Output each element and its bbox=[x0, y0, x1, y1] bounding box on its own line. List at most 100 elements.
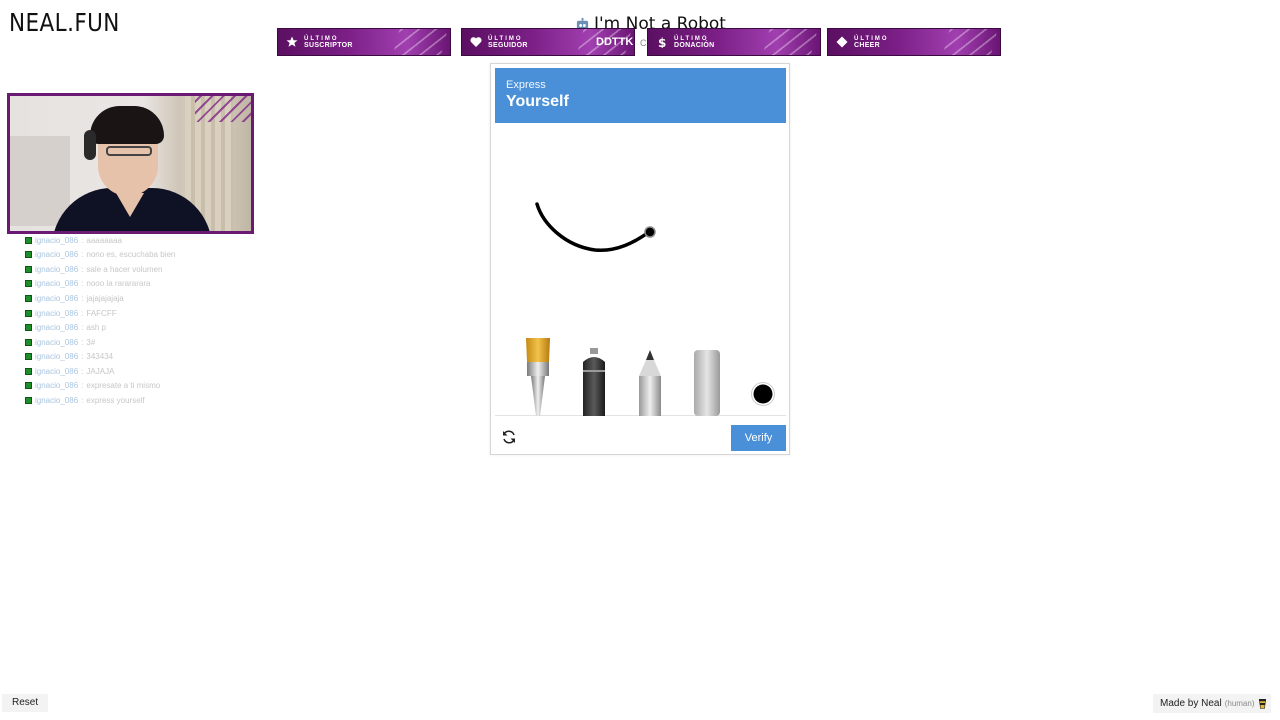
chat-message: ignacio_086:343434 bbox=[25, 349, 245, 364]
chat-message: ignacio_086: nooo la rarararara bbox=[25, 277, 245, 292]
alert-label: DONACIÓN bbox=[674, 41, 715, 49]
chat-username: ignacio_086 bbox=[35, 250, 79, 260]
heart-icon bbox=[470, 37, 482, 47]
pencil-tool[interactable] bbox=[637, 350, 663, 416]
captcha-footer: Verify bbox=[491, 417, 789, 455]
chat-message: ignacio_086: aaaaaaaa bbox=[25, 233, 245, 248]
captcha-instruction-small: Express bbox=[506, 79, 546, 91]
chat-message-text: sale a hacer volumen bbox=[86, 264, 163, 274]
chat-message-text: FAFCFF bbox=[86, 308, 117, 318]
chat-username: ignacio_086 bbox=[35, 381, 79, 391]
chat-message-text: 3# bbox=[86, 337, 96, 347]
alert-last-follower: ÚLTIMO SEGUIDOR DDTTK bbox=[461, 28, 635, 56]
chat-message-text: 343434 bbox=[86, 352, 114, 362]
chat-separator: : bbox=[81, 264, 84, 274]
chat-message-text: nooo la rarararara bbox=[86, 279, 151, 289]
selected-color-swatch bbox=[753, 384, 773, 404]
diamond-icon bbox=[836, 36, 848, 48]
headset-icon bbox=[84, 130, 96, 160]
chat-username: ignacio_086 bbox=[35, 293, 79, 303]
page-subtitle: C bbox=[640, 38, 647, 48]
moderator-badge-icon bbox=[25, 338, 32, 346]
drawing-canvas[interactable] bbox=[495, 124, 786, 416]
chat-username: ignacio_086 bbox=[35, 235, 79, 245]
glasses-icon bbox=[106, 146, 152, 156]
spray-can-tool[interactable] bbox=[579, 348, 609, 416]
chat-message-text: nono es, escuchaba bien bbox=[86, 250, 176, 260]
chat-username: ignacio_086 bbox=[35, 264, 79, 274]
alert-label: SUSCRIPTOR bbox=[304, 41, 353, 49]
moderator-badge-icon bbox=[25, 280, 32, 288]
alert-label: CHEER bbox=[854, 41, 881, 49]
webcam-frame-decoration bbox=[195, 96, 251, 122]
alert-label: SEGUIDOR bbox=[488, 41, 528, 49]
alert-last-subscriber: ÚLTIMO SUSCRIPTOR bbox=[277, 28, 451, 56]
coffee-cup-icon bbox=[1258, 699, 1266, 709]
captcha-widget: Express Yourself Verify bbox=[490, 63, 790, 455]
chat-message: ignacio_086: JAJAJA bbox=[25, 364, 245, 379]
alert-value: DDTTK bbox=[596, 36, 634, 48]
paintbrush-tool[interactable] bbox=[523, 336, 553, 416]
chat-message-text: JAJAJA bbox=[86, 366, 115, 376]
reload-icon[interactable] bbox=[501, 429, 517, 445]
moderator-badge-icon bbox=[25, 309, 32, 317]
chat-message-text: aaaaaaaa bbox=[86, 235, 122, 245]
chat-username: ignacio_086 bbox=[35, 395, 79, 405]
moderator-badge-icon bbox=[25, 396, 32, 404]
human-label: (human) bbox=[1224, 699, 1255, 708]
chat-separator: : bbox=[81, 352, 84, 362]
chat-message-text: jajajajajaja bbox=[86, 293, 124, 303]
reset-button[interactable]: Reset bbox=[2, 694, 49, 712]
chat-username: ignacio_086 bbox=[35, 337, 79, 347]
chat-message-text: ash p bbox=[86, 323, 106, 333]
captcha-instruction-big: Yourself bbox=[506, 93, 569, 110]
chat-message: ignacio_086: ash p bbox=[25, 320, 245, 335]
webcam-person-hair bbox=[90, 106, 164, 144]
verify-button[interactable]: Verify bbox=[731, 425, 786, 451]
chat-separator: : bbox=[81, 323, 84, 333]
moderator-badge-icon bbox=[25, 251, 32, 259]
chat-separator: : bbox=[81, 279, 84, 289]
chat-separator: : bbox=[81, 381, 84, 391]
stream-chat: ignacio_086: aaaaaaaa ignacio_086: nono es,… bbox=[25, 233, 245, 408]
chat-message: ignacio_086: expresate a ti mismo bbox=[25, 378, 245, 393]
chat-username: ignacio_086 bbox=[35, 308, 79, 318]
webcam-feed bbox=[7, 93, 254, 234]
alert-last-donation: $ ÚLTIMO DONACIÓN bbox=[647, 28, 821, 56]
chat-message: ignacio_086:3# bbox=[25, 335, 245, 350]
chat-username: ignacio_086 bbox=[35, 279, 79, 289]
moderator-badge-icon bbox=[25, 324, 32, 332]
chat-separator: : bbox=[81, 235, 84, 245]
made-by-link[interactable]: Made by Neal (human) bbox=[1153, 694, 1271, 713]
chat-separator: : bbox=[81, 250, 84, 260]
moderator-badge-icon bbox=[25, 294, 32, 302]
chat-message: ignacio_086: nono es, escuchaba bien bbox=[25, 248, 245, 263]
chat-message-text: express yourself bbox=[86, 395, 145, 405]
chat-separator: : bbox=[81, 366, 84, 376]
chat-username: ignacio_086 bbox=[35, 352, 79, 362]
moderator-badge-icon bbox=[25, 367, 32, 375]
chat-message: ignacio_086: express yourself bbox=[25, 393, 245, 408]
svg-text:$: $ bbox=[658, 36, 666, 48]
chat-username: ignacio_086 bbox=[35, 366, 79, 376]
chat-separator: : bbox=[81, 395, 84, 405]
made-by-text: Made by Neal bbox=[1160, 698, 1222, 709]
chat-username: ignacio_086 bbox=[35, 323, 79, 333]
chat-message: ignacio_086: jajajajajaja bbox=[25, 291, 245, 306]
dollar-icon: $ bbox=[658, 36, 666, 48]
chat-message-text: expresate a ti mismo bbox=[86, 381, 161, 391]
chat-separator: : bbox=[81, 293, 84, 303]
webcam-shelf bbox=[10, 136, 70, 226]
chat-message: ignacio_086: FAFCFF bbox=[25, 306, 245, 321]
chat-separator: : bbox=[81, 308, 84, 318]
moderator-badge-icon bbox=[25, 265, 32, 273]
moderator-badge-icon bbox=[25, 353, 32, 361]
eraser-tool[interactable] bbox=[692, 350, 722, 416]
moderator-badge-icon bbox=[25, 382, 32, 390]
moderator-badge-icon bbox=[25, 236, 32, 244]
captcha-header: Express Yourself bbox=[495, 68, 786, 123]
alert-last-cheer: ÚLTIMO CHEER bbox=[827, 28, 1001, 56]
site-logo[interactable]: NEAL.FUN bbox=[9, 8, 120, 37]
color-picker[interactable] bbox=[750, 381, 776, 407]
chat-separator: : bbox=[81, 337, 84, 347]
